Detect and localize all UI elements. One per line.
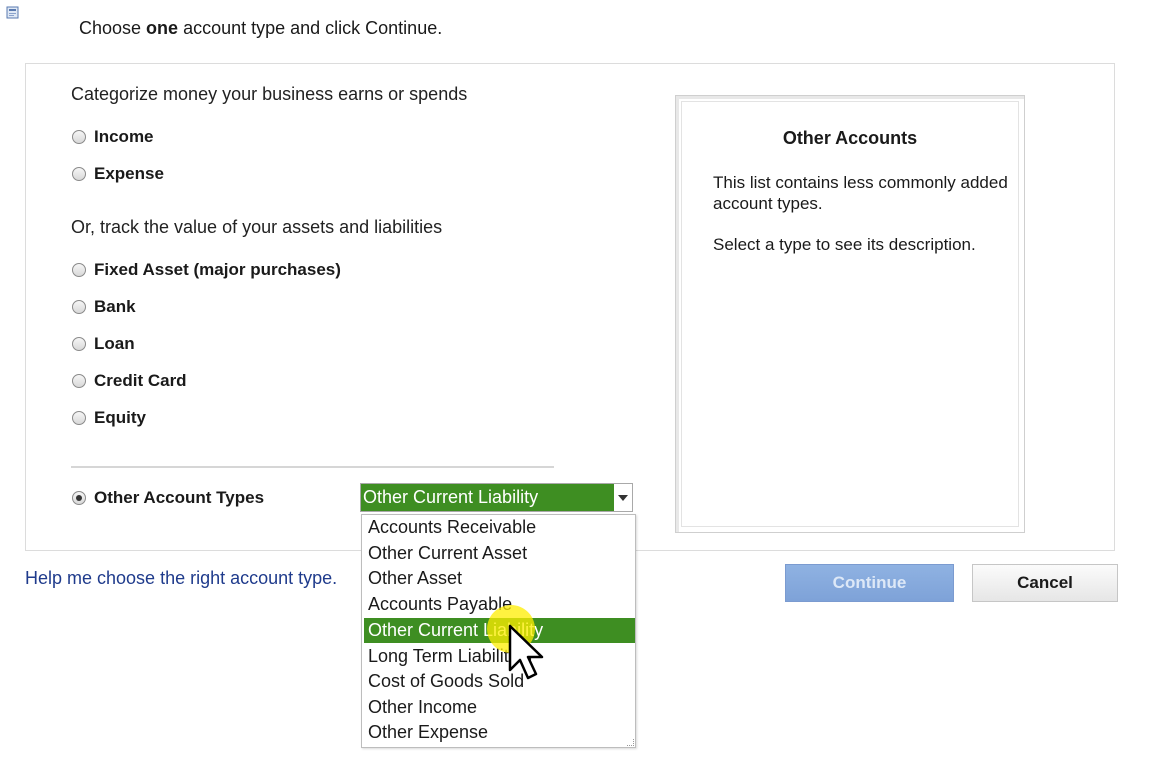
radio-button[interactable] [72,167,86,181]
description-hint: Select a type to see its description. [713,235,976,254]
continue-button[interactable]: Continue [785,564,954,602]
help-choose-account-link[interactable]: Help me choose the right account type. [25,568,337,589]
radio-label-bank: Bank [94,297,136,316]
chevron-down-icon[interactable] [613,484,632,511]
radio-button[interactable] [72,411,86,425]
radio-label-expense: Expense [94,164,164,183]
description-text: This list contains less commonly added a… [713,173,1008,213]
radio-button[interactable] [72,337,86,351]
radio-other-account-types[interactable]: Other Account Types [72,487,264,509]
dropdown-item[interactable]: Cost of Goods Sold [364,669,635,694]
radio-income[interactable]: Income [72,126,154,148]
radio-button[interactable] [72,374,86,388]
radio-label-other-account-types: Other Account Types [94,488,265,507]
radio-button[interactable] [72,263,86,277]
radio-button-checked[interactable] [72,491,86,505]
instruction-header: Choose one account type and click Contin… [79,18,443,38]
description-panel: Other Accounts This list contains less c… [675,95,1025,533]
resize-grip-icon[interactable] [627,739,634,746]
description-title: Other Accounts [782,128,918,148]
dropdown-item[interactable]: Other Expense [364,720,635,745]
track-label: Or, track the value of your assets and l… [71,217,443,237]
radio-button[interactable] [72,130,86,144]
select-current-value: Other Current Liability [361,484,614,511]
dropdown-item[interactable]: Other Current Asset [364,541,635,566]
radio-expense[interactable]: Expense [72,163,164,185]
dropdown-item[interactable]: Other Income [364,695,635,720]
radio-label-fixed-asset: Fixed Asset (major purchases) [94,260,341,279]
radio-label-loan: Loan [94,334,135,353]
dropdown-item[interactable]: Accounts Receivable [364,515,635,540]
radio-bank[interactable]: Bank [72,296,136,318]
app-icon [6,6,21,20]
radio-button[interactable] [72,300,86,314]
cancel-button[interactable]: Cancel [972,564,1118,602]
radio-label-credit-card: Credit Card [94,371,187,390]
description-panel-inner [681,101,1019,527]
dropdown-item[interactable]: Other Asset [364,566,635,591]
radio-fixed-asset[interactable]: Fixed Asset (major purchases) [72,259,341,281]
radio-loan[interactable]: Loan [72,333,135,355]
radio-equity[interactable]: Equity [72,407,146,429]
mouse-pointer-icon [508,624,552,688]
other-account-type-select[interactable]: Other Current Liability [360,483,633,512]
radio-label-income: Income [94,127,154,146]
radio-label-equity: Equity [94,408,146,427]
section-divider [71,466,554,468]
categorize-label: Categorize money your business earns or … [71,84,468,104]
radio-credit-card[interactable]: Credit Card [72,370,187,392]
